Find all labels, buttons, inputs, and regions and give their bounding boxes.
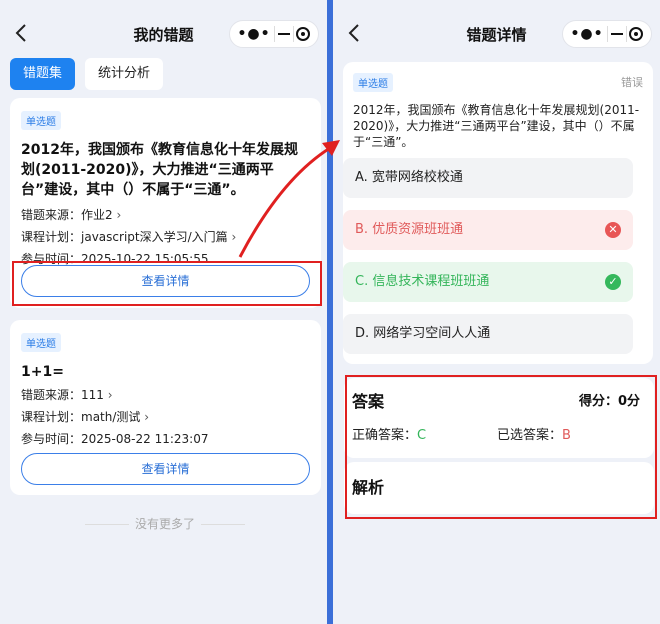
plan-label: 课程计划： xyxy=(21,410,82,424)
question-card: 单选题 1+1= 错题来源：111 › 课程计划：math/测试 › 参与时间：… xyxy=(10,320,321,495)
option-text: D. 网络学习空间人人通 xyxy=(355,326,491,341)
option-text: C. 信息技术课程班班通 xyxy=(355,274,490,289)
source-row[interactable]: 错题来源：111 › xyxy=(21,384,310,406)
chevron-right-icon: › xyxy=(231,230,237,244)
result-status: 错误 xyxy=(621,76,643,89)
time-label: 参与时间： xyxy=(21,432,82,446)
correct-check-icon: ✓ xyxy=(605,274,621,290)
source-value: 111 xyxy=(81,388,104,402)
question-title: 2012年，我国颁布《教育信息化十年发展规划(2011-2020)》，大力推进“… xyxy=(21,142,298,198)
question-type-badge: 单选题 xyxy=(353,73,393,92)
plan-label: 课程计划： xyxy=(21,230,82,244)
minimize-icon[interactable] xyxy=(277,33,290,35)
capsule-divider xyxy=(273,26,275,42)
chevron-right-icon: › xyxy=(107,388,113,402)
source-label: 错题来源： xyxy=(21,208,82,222)
chevron-right-icon: › xyxy=(144,410,150,424)
option-d[interactable]: D. 网络学习空间人人通 xyxy=(343,314,633,354)
capsule-divider xyxy=(292,26,294,42)
capsule-divider xyxy=(606,26,608,42)
highlight-box-answer-section xyxy=(345,375,657,519)
capsule-divider xyxy=(625,26,627,42)
minimize-icon[interactable] xyxy=(610,33,623,35)
option-b[interactable]: B. 优质资源班班通 ✕ xyxy=(343,210,633,250)
source-label: 错题来源： xyxy=(21,388,82,402)
nav-bar: 错题详情 •●• xyxy=(333,14,660,54)
plan-value: math/测试 xyxy=(81,410,141,424)
question-type-badge: 单选题 xyxy=(21,111,61,130)
plan-row[interactable]: 课程计划：javascript深入学习/入门篇 › xyxy=(21,226,310,248)
question-type-badge: 单选题 xyxy=(21,333,61,352)
nav-bar: 我的错题 •●• xyxy=(0,14,327,54)
source-row[interactable]: 错题来源：作业2 › xyxy=(21,204,310,226)
plan-value: javascript深入学习/入门篇 xyxy=(81,230,228,244)
mini-program-capsule: •●• xyxy=(229,20,319,48)
no-more-text: 没有更多了 xyxy=(0,515,327,532)
more-icon[interactable]: •●• xyxy=(237,26,270,42)
question-stem: 2012年，我国颁布《教育信息化十年发展规划(2011-2020)》，大力推进“… xyxy=(353,103,640,149)
close-target-icon[interactable] xyxy=(629,27,644,41)
close-target-icon[interactable] xyxy=(296,27,311,41)
more-icon[interactable]: •●• xyxy=(570,26,603,42)
tab-statistics[interactable]: 统计分析 xyxy=(85,58,164,90)
right-screen: 错题详情 •●• 单选题 错误 2012年，我国颁布《教育信息化十年发展规划(2… xyxy=(330,0,660,624)
time-row: 参与时间：2025-08-22 11:23:07 xyxy=(21,428,310,450)
option-text: A. 宽带网络校校通 xyxy=(355,170,463,185)
question-title: 1+1= xyxy=(21,364,64,380)
chevron-right-icon: › xyxy=(116,208,122,222)
mini-program-capsule: •●• xyxy=(562,20,652,48)
source-value: 作业2 xyxy=(81,208,113,222)
plan-row[interactable]: 课程计划：math/测试 › xyxy=(21,406,310,428)
left-screen: 我的错题 •●• 错题集 统计分析 单选题 2012年，我国颁布《教育信息化十年… xyxy=(0,0,330,624)
highlight-box-details-button xyxy=(12,261,322,306)
time-value: 2025-08-22 11:23:07 xyxy=(81,432,209,446)
tab-wrong-questions[interactable]: 错题集 xyxy=(10,58,76,90)
option-text: B. 优质资源班班通 xyxy=(355,222,464,237)
wrong-x-icon: ✕ xyxy=(605,222,621,238)
option-c[interactable]: C. 信息技术课程班班通 ✓ xyxy=(343,262,633,302)
view-details-button[interactable]: 查看详情 xyxy=(21,453,310,485)
option-a[interactable]: A. 宽带网络校校通 xyxy=(343,158,633,198)
tab-bar: 错题集 统计分析 xyxy=(10,58,164,90)
